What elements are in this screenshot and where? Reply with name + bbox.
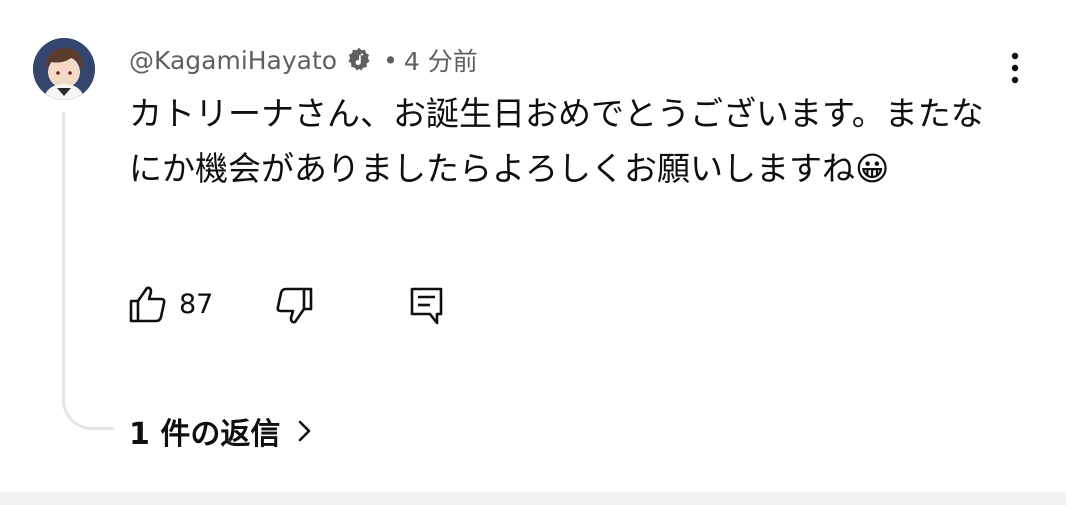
reply-button[interactable] (408, 286, 446, 326)
music-note-badge-icon (345, 46, 373, 74)
view-replies-link[interactable]: 1 件の返信 (129, 408, 316, 454)
bottom-divider (0, 492, 1066, 505)
author-name[interactable]: @KagamiHayato (129, 46, 337, 75)
like-count: 87 (179, 289, 214, 320)
more-vertical-icon (1011, 52, 1019, 84)
thread-line (62, 112, 114, 430)
dislike-button[interactable] (274, 286, 314, 326)
comment-time: 4 分前 (403, 47, 478, 76)
meta-separator: • (383, 45, 398, 75)
thumbs-down-icon (276, 287, 313, 324)
chevron-right-icon (294, 416, 316, 446)
avatar-image (33, 38, 95, 100)
like-button[interactable] (128, 284, 168, 324)
comment-text: カトリーナさん、お誕生日おめでとうございます。またなにか機会がありましたらよろし… (129, 94, 984, 188)
avatar[interactable] (33, 38, 95, 100)
thumbs-up-icon (129, 286, 166, 323)
comment-meta: @KagamiHayato • 4 分前 (129, 42, 478, 78)
comment-reply-icon (410, 287, 443, 325)
replies-label: 1 件の返信 (129, 417, 281, 452)
more-options-button[interactable] (1000, 46, 1030, 90)
